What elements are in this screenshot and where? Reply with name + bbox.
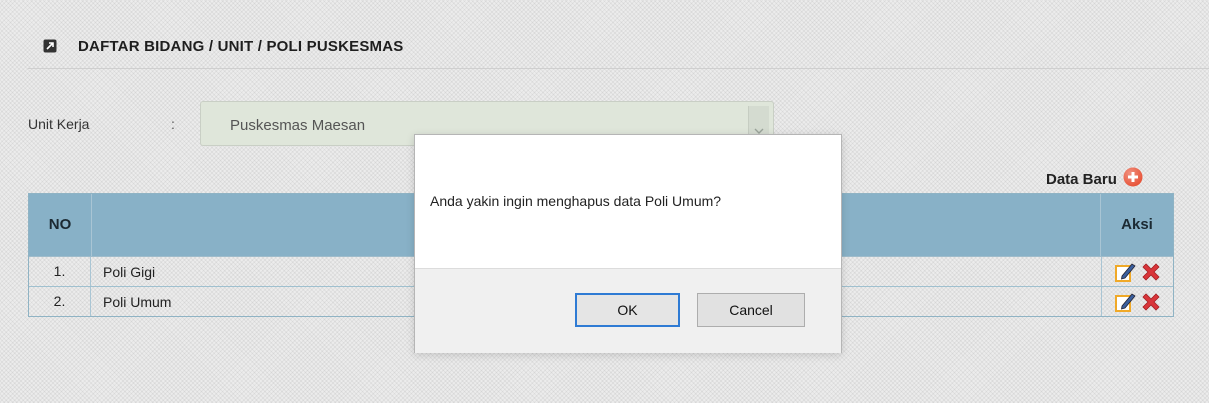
delete-icon[interactable] — [1139, 290, 1163, 314]
unit-kerja-separator: : — [171, 116, 175, 132]
plus-circle-icon[interactable] — [1123, 167, 1143, 192]
dialog-footer: OK Cancel — [415, 268, 841, 353]
dialog-message: Anda yakin ingin menghapus data Poli Umu… — [430, 193, 722, 209]
add-data-label: Data Baru — [1046, 171, 1117, 188]
ok-button[interactable]: OK — [575, 293, 680, 327]
unit-kerja-value: Puskesmas Maesan — [230, 117, 366, 134]
panel-title: DAFTAR BIDANG / UNIT / POLI PUSKESMAS — [78, 37, 404, 55]
row-actions — [1101, 287, 1173, 316]
external-link-icon — [42, 38, 58, 54]
edit-icon[interactable] — [1113, 260, 1137, 284]
edit-icon[interactable] — [1113, 290, 1137, 314]
cancel-button[interactable]: Cancel — [697, 293, 805, 327]
unit-kerja-label: Unit Kerja — [28, 116, 90, 132]
panel-header: DAFTAR BIDANG / UNIT / POLI PUSKESMAS — [28, 24, 1209, 69]
row-number: 1. — [29, 257, 91, 286]
add-data-button[interactable]: Data Baru — [1046, 167, 1143, 192]
confirm-dialog: Anda yakin ingin menghapus data Poli Umu… — [414, 134, 842, 353]
delete-icon[interactable] — [1139, 260, 1163, 284]
header-no: NO — [29, 194, 92, 256]
row-actions — [1101, 257, 1173, 286]
header-aksi: Aksi — [1100, 194, 1173, 256]
row-number: 2. — [29, 287, 91, 316]
